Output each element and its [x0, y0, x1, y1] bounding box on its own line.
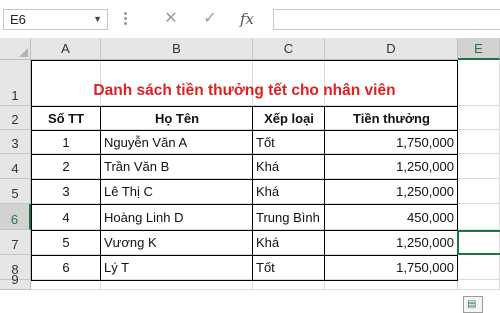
header-bonus[interactable]: Tiền thưởng [325, 106, 458, 130]
insert-function-icon[interactable]: fx [236, 8, 258, 30]
cell-name[interactable]: Nguyễn Văn A [101, 130, 253, 154]
table-border [324, 106, 325, 280]
sheet-title: Danh sách tiền thưởng tết cho nhân viên [93, 82, 396, 99]
cell-rank[interactable]: Tốt [253, 255, 325, 280]
header-stt[interactable]: Số TT [31, 106, 101, 130]
cell-name[interactable]: Hoàng Linh D [101, 204, 253, 230]
check-icon[interactable]: ✓ [199, 8, 221, 30]
cell-rank[interactable]: Tốt [253, 130, 325, 154]
row-header-9[interactable]: 9 [0, 272, 31, 290]
row-header-1[interactable]: 1 [0, 60, 31, 106]
cell-name[interactable]: Trần Văn B [101, 154, 253, 179]
spreadsheet-grid: ABCDE 123456789 Danh sách tiền thưởng tế… [0, 38, 500, 313]
cell-bonus[interactable]: 450,000 [325, 204, 458, 230]
table-border [31, 280, 458, 281]
cell-rank[interactable]: Trung Bình [253, 204, 325, 230]
name-box-value: E6 [10, 12, 26, 27]
row-header-6[interactable]: 6 [0, 204, 31, 230]
row-header-5[interactable]: 5 [0, 179, 31, 204]
quick-analysis-icon: ▤ [467, 299, 477, 310]
table-border [31, 60, 458, 61]
table-border [31, 130, 458, 131]
row-number: 4 [11, 161, 19, 176]
formula-bar: E6 ▼ ✕ ✓ fx [0, 0, 500, 39]
table-border [31, 230, 458, 231]
selected-cell-outline[interactable] [457, 230, 500, 255]
row-header-7[interactable]: 7 [0, 230, 31, 255]
cell-stt[interactable]: 4 [31, 204, 101, 230]
quick-analysis-button[interactable]: ▤ [463, 296, 483, 313]
cell-stt[interactable]: 6 [31, 255, 101, 280]
table-border [31, 204, 458, 205]
row-number: 5 [11, 186, 19, 201]
table-border [31, 179, 458, 180]
row-header-2[interactable]: 2 [0, 106, 31, 130]
column-header-e[interactable]: E [458, 38, 500, 60]
cell-stt[interactable]: 2 [31, 154, 101, 179]
cell-bonus[interactable]: 1,750,000 [325, 130, 458, 154]
select-all-button[interactable] [0, 38, 31, 60]
close-icon[interactable]: ✕ [160, 8, 182, 30]
cell-name[interactable]: Vương K [101, 230, 253, 255]
cell-stt[interactable]: 1 [31, 130, 101, 154]
row-header-4[interactable]: 4 [0, 154, 31, 179]
column-header-a[interactable]: A [31, 38, 101, 60]
column-header-d[interactable]: D [325, 38, 458, 60]
cell-rank[interactable]: Khá [253, 154, 325, 179]
table-border [31, 255, 458, 256]
table-border [31, 60, 32, 280]
cell-rank[interactable]: Khá [253, 179, 325, 204]
cell-bonus[interactable]: 1,250,000 [325, 230, 458, 255]
table-border [100, 106, 101, 280]
column-header-c[interactable]: C [253, 38, 325, 60]
cell-bonus[interactable]: 1,250,000 [325, 154, 458, 179]
name-box[interactable]: E6 ▼ [3, 9, 108, 30]
row-number: 7 [11, 237, 19, 252]
formula-bar-resize-handle[interactable] [121, 10, 129, 28]
select-all-triangle-icon [19, 48, 28, 57]
cell-rank[interactable]: Khá [253, 230, 325, 255]
table-border [31, 154, 458, 155]
header-name[interactable]: Họ Tên [101, 106, 253, 130]
cell-stt[interactable]: 5 [31, 230, 101, 255]
chevron-down-icon[interactable]: ▼ [93, 10, 102, 29]
cell-name[interactable]: Lý T [101, 255, 253, 280]
column-header-b[interactable]: B [101, 38, 253, 60]
table-border [31, 106, 458, 107]
row-header-3[interactable]: 3 [0, 130, 31, 154]
gridline-horizontal [31, 289, 500, 290]
table-border [252, 106, 253, 280]
cell-stt[interactable]: 3 [31, 179, 101, 204]
row-number: 1 [11, 88, 19, 103]
row-number: 2 [11, 112, 19, 127]
cell-name[interactable]: Lê Thị C [101, 179, 253, 204]
cell-bonus[interactable]: 1,250,000 [325, 179, 458, 204]
row-number: 3 [11, 136, 19, 151]
cell-bonus[interactable]: 1,750,000 [325, 255, 458, 280]
header-rank[interactable]: Xếp loại [253, 106, 325, 130]
row-number: 6 [10, 212, 19, 227]
formula-input[interactable] [273, 9, 500, 30]
